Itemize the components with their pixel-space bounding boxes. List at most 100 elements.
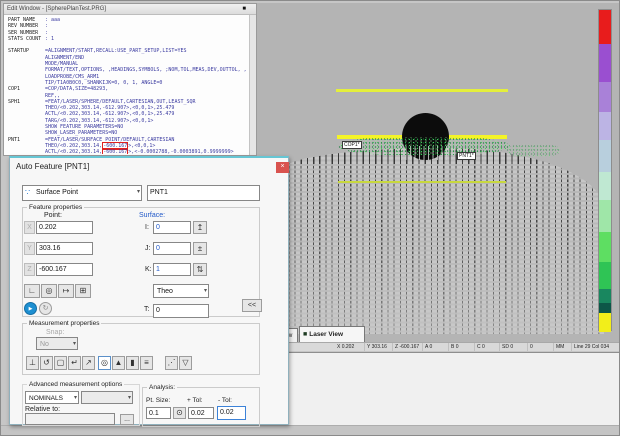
i-label: I: [145,224,149,231]
status-line-col: Line 29 Col 034 [572,343,619,351]
k-value-input[interactable]: 1 [153,263,191,276]
status-a: A 0 [423,343,449,351]
pcdmis-app-window: Edit Window - [SpherePlanTest.PRG] ■ PAR… [0,0,620,436]
color-scale [598,9,612,331]
probe-path-icon[interactable]: ⊥ [26,356,39,370]
tab-laser-view[interactable]: ■ Laser View [299,326,365,342]
chevron-down-icon: ▾ [137,186,140,199]
crosshair-target-icon[interactable]: ◎ [98,356,111,370]
theo-select[interactable]: Theo ▾ [153,284,209,298]
block-scan-icon[interactable]: ▮ [126,356,139,370]
magnifier-icon[interactable]: ⊙ [173,407,186,419]
analysis-caption: Analysis: [147,384,177,392]
feature-name-input[interactable]: PNT1 [147,185,260,201]
k-label: K: [145,266,152,273]
j-value-input[interactable]: 0 [153,242,191,255]
color-scale-segment [599,289,611,303]
status-sd: SD 0 [500,343,528,351]
flip-vector-icon[interactable]: ± [193,242,207,255]
color-scale-segment [599,10,611,44]
point-select-icon[interactable]: ⋰ [165,356,178,370]
relative-to-input[interactable] [25,413,115,425]
edit-window-title: Edit Window - [SpherePlanTest.PRG] [7,6,106,12]
color-scale-segment [599,262,611,289]
status-x: X 0.202 [335,343,365,351]
pnt-feature-label[interactable]: PNT1* [457,152,476,160]
i-value-input[interactable]: 0 [153,221,191,234]
app-bottom-strip [1,425,620,436]
color-scale-segment [599,172,611,200]
x-value-input[interactable]: 0.202 [36,221,93,234]
color-scale-segment [599,112,611,140]
collapse-dialog-button[interactable]: << [242,299,262,312]
scan-points-band [338,137,510,155]
filter-icon[interactable]: ▽ [179,356,192,370]
point-label: Point: [44,212,62,219]
status-c: C 0 [475,343,500,351]
status-y: Y 303.16 [365,343,393,351]
region-box-icon[interactable]: ▢ [54,356,67,370]
pt-size-input[interactable]: 0.1 [146,407,171,419]
status-bar: X 0.202 Y 303.16 Z -600.167 A 0 B 0 C 0 … [257,342,619,351]
j-label: J: [145,245,150,252]
scan-line-upper [336,89,508,92]
t-value-input[interactable]: 0 [153,304,209,318]
rotate-icon[interactable]: ↺ [40,356,53,370]
y-axis-button[interactable]: Y [24,242,35,255]
move-point-icon[interactable]: ↦ [58,284,74,298]
lower-panel [289,352,619,425]
color-scale-segment [599,313,611,332]
z-value-input[interactable]: -600.167 [36,263,93,276]
chevron-down-icon: ▾ [73,338,76,350]
angle-axes-icon[interactable]: ∟ [24,284,40,298]
close-icon[interactable]: × [276,162,289,173]
return-path-icon[interactable]: ↵ [68,356,81,370]
browse-button[interactable]: ... [120,414,134,425]
nominals-select[interactable]: NOMINALS ▾ [25,391,79,404]
test-play-button[interactable]: ▶ [24,302,37,315]
edit-window-menu-icon[interactable]: ■ [242,6,246,13]
color-scale-segment [599,140,611,172]
chevron-down-icon: ▾ [204,285,207,298]
swap-vector-icon[interactable]: ⇅ [193,263,207,276]
code-editor[interactable]: PART NAME: aaa REV NUMBER: SER NUMBER: S… [8,17,247,154]
color-scale-segment [599,82,611,112]
level-probe-icon[interactable]: ▲ [112,356,125,370]
plus-tol-input[interactable]: 0.02 [188,407,214,419]
relative-to-label: Relative to: [25,406,60,413]
minus-tol-input[interactable]: 0.02 [217,406,246,420]
chevron-down-icon: ▾ [74,392,77,404]
edit-window-scrollbar[interactable] [249,15,256,155]
scan-points-band-sparse [506,144,561,157]
code-line[interactable]: FORMAT/TEXT,OPTIONS, ,HEADINGS,SYMBOLS, … [8,67,247,73]
y-value-input[interactable]: 303.16 [36,242,93,255]
edit-window: Edit Window - [SpherePlanTest.PRG] ■ PAR… [3,3,257,156]
auto-feature-dialog: Auto Feature [PNT1] × ∵ Surface Point ▾ … [9,156,289,425]
z-axis-button[interactable]: Z [24,263,35,276]
nominals-mode-select: ▾ [81,391,133,404]
edit-window-titlebar[interactable]: Edit Window - [SpherePlanTest.PRG] ■ [4,4,256,15]
minus-tol-label: - Tol: [218,397,232,404]
pick-direction-icon[interactable]: ↥ [193,221,207,234]
x-axis-button[interactable]: X [24,221,35,234]
code-line-actl-highlight[interactable]: ACTL/<0.202,303.14,-600.167>,<-0.0002788… [8,149,247,154]
status-units: MM [554,343,572,351]
reset-button[interactable]: ↻ [39,302,52,315]
color-scale-segment [599,232,611,262]
color-scale-segment [599,200,611,232]
feature-type-select[interactable]: ∵ Surface Point ▾ [22,185,142,201]
surface-label: Surface: [139,212,165,219]
approach-path-icon[interactable]: ↗ [82,356,95,370]
find-nominals-icon[interactable]: ◎ [41,284,57,298]
cop-feature-label[interactable]: COP1* [342,141,362,149]
scan-line-lower [338,181,506,183]
snap-select: No ▾ [36,337,78,350]
scan-lines-icon[interactable]: ≡ [140,356,153,370]
snap-label: Snap: [46,329,64,336]
point-cloud [282,148,604,334]
advanced-options-caption: Advanced measurement options [27,381,124,389]
status-zero: 0 [528,343,554,351]
grid-snap-icon[interactable]: ⊞ [75,284,91,298]
feature-properties-caption: Feature properties [27,204,84,212]
snap-value: No [40,341,49,348]
